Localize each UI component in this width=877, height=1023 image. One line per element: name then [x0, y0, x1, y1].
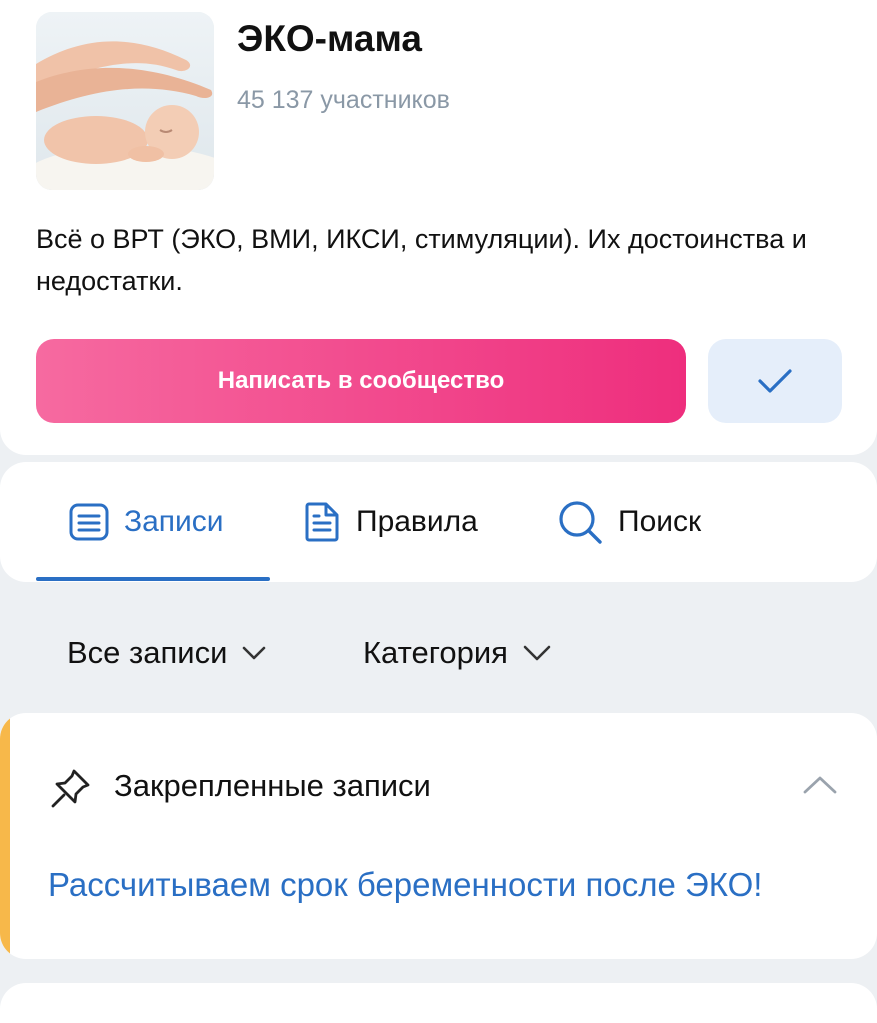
category-filter-label: Категория	[363, 635, 508, 670]
tab-rules-label: Правила	[356, 505, 478, 538]
tab-rules[interactable]: Правила	[302, 462, 478, 582]
subscribed-button[interactable]	[708, 339, 842, 423]
search-icon	[556, 498, 604, 546]
tab-posts-label: Записи	[124, 505, 224, 538]
group-name: ЭКО-мама	[237, 18, 422, 59]
tab-search[interactable]: Поиск	[556, 462, 701, 582]
active-tab-indicator	[36, 577, 270, 581]
posts-icon	[68, 501, 110, 543]
chevron-down-icon	[241, 645, 267, 661]
all-posts-filter-label: Все записи	[67, 635, 228, 670]
collapse-pinned-button[interactable]	[800, 765, 840, 805]
write-to-community-label: Написать в сообщество	[217, 367, 505, 394]
group-description: Всё о ВРТ (ЭКО, ВМИ, ИКСИ, стимуляции). …	[36, 224, 807, 296]
chevron-up-icon	[802, 774, 838, 796]
all-posts-filter[interactable]: Все записи	[67, 628, 267, 678]
avatar-image	[36, 12, 214, 190]
pinned-posts-card: Закрепленные записи Рассчитываем срок бе…	[0, 713, 877, 959]
document-icon	[302, 501, 342, 543]
tab-search-label: Поиск	[618, 505, 702, 538]
group-header-card: ЭКО-мама 45 137 участников Всё о ВРТ (ЭК…	[0, 0, 877, 455]
category-filter[interactable]: Категория	[363, 628, 552, 678]
chevron-down-icon	[522, 644, 552, 662]
pinned-section-title: Закрепленные записи	[114, 768, 431, 803]
write-to-community-button[interactable]: Написать в сообщество	[36, 339, 686, 423]
members-count[interactable]: 45 137 участников	[237, 86, 450, 115]
tabs-bar: Записи Правила Поиск	[0, 462, 877, 582]
group-avatar[interactable]	[36, 12, 214, 190]
next-card-edge	[0, 983, 877, 1023]
check-icon	[756, 366, 794, 396]
pin-icon	[50, 767, 92, 809]
pinned-accent-bar	[0, 713, 10, 959]
tab-posts[interactable]: Записи	[68, 462, 224, 582]
pinned-post-link[interactable]: Рассчитываем срок беременности после ЭКО…	[48, 866, 762, 904]
